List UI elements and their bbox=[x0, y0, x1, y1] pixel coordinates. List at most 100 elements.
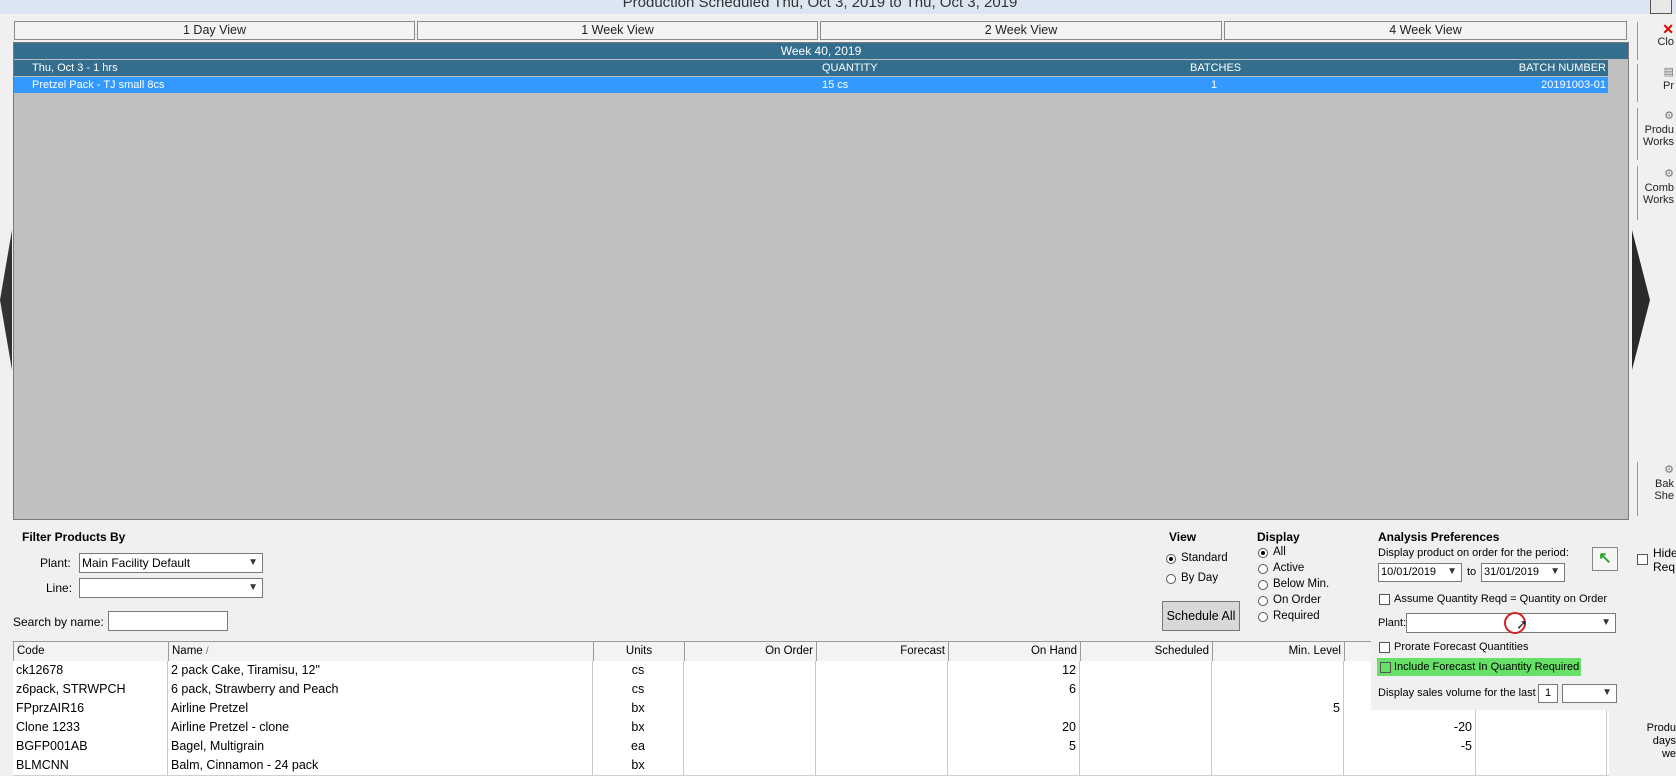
plant-select[interactable]: Main Facility Default ▼ bbox=[79, 553, 263, 573]
production-worksheet-button[interactable]: ⚙ Produ Works bbox=[1637, 108, 1674, 160]
cell-on-hand bbox=[948, 699, 1080, 718]
search-input[interactable] bbox=[108, 611, 228, 631]
table-row[interactable]: BGFP001AB Bagel, Multigrain ea 5 -5 bbox=[13, 737, 1609, 757]
sales-volume-input[interactable]: 1 bbox=[1538, 684, 1558, 703]
cell-required: -20 bbox=[1344, 718, 1476, 737]
cell-code: FPprzAIR16 bbox=[13, 699, 168, 718]
period-label: Display product on order for the period: bbox=[1378, 547, 1569, 559]
window-control-button[interactable] bbox=[1650, 0, 1672, 14]
view-4-week-button[interactable]: 4 Week View bbox=[1224, 21, 1627, 40]
cell-scheduled bbox=[1080, 680, 1212, 699]
on-hand-column-header[interactable]: On Hand bbox=[949, 642, 1081, 661]
search-label: Search by name: bbox=[13, 615, 104, 629]
refresh-button[interactable]: ↖ bbox=[1592, 547, 1618, 571]
display-on-order-radio[interactable] bbox=[1258, 596, 1268, 606]
table-row[interactable]: ck12678 2 pack Cake, Tiramisu, 12" cs 12 bbox=[13, 661, 1609, 681]
cell-code: BLMCNN bbox=[13, 756, 168, 775]
line-select[interactable]: ▼ bbox=[79, 578, 263, 598]
hide-req-checkbox[interactable] bbox=[1637, 554, 1648, 565]
table-row[interactable]: BLMCNN Balm, Cinnamon - 24 pack bx bbox=[13, 756, 1609, 776]
close-button[interactable]: ✕ Clo bbox=[1637, 22, 1674, 60]
table-row[interactable]: z6pack, STRWPCH 6 pack, Strawberry and Pe… bbox=[13, 680, 1609, 700]
batches-column-label: BATCHES bbox=[1190, 62, 1242, 74]
view-1-week-button[interactable]: 1 Week View bbox=[417, 21, 818, 40]
schedule-all-button[interactable]: Schedule All bbox=[1162, 601, 1240, 631]
cell-name: Balm, Cinnamon - 24 pack bbox=[168, 756, 593, 775]
display-required-radio[interactable] bbox=[1258, 612, 1268, 622]
from-date-picker[interactable]: 10/01/2019 ▼ bbox=[1378, 563, 1462, 582]
cell-on-hand: 20 bbox=[948, 718, 1080, 737]
on-order-column-header[interactable]: On Order bbox=[685, 642, 817, 661]
cell-code: BGFP001AB bbox=[13, 737, 168, 756]
cell-forecast bbox=[816, 737, 948, 756]
view-standard-radio[interactable] bbox=[1166, 554, 1176, 564]
cell-units: bx bbox=[593, 718, 684, 737]
cell-code: ck12678 bbox=[13, 661, 168, 680]
to-date-picker[interactable]: 31/01/2019 ▼ bbox=[1481, 563, 1565, 582]
cell-code: Clone 1233 bbox=[13, 718, 168, 737]
worksheet-icon: ⚙ bbox=[1664, 110, 1674, 122]
chevron-down-icon: ▼ bbox=[1550, 566, 1560, 577]
schedule-quantity: 15 cs bbox=[822, 79, 849, 91]
cell-forecast bbox=[816, 718, 948, 737]
line-label: Line: bbox=[46, 581, 73, 595]
cell-forecast bbox=[816, 756, 948, 775]
chevron-down-icon: ▼ bbox=[1447, 566, 1457, 577]
table-row[interactable]: FPprzAIR16 Airline Pretzel bx 5 bbox=[13, 699, 1609, 719]
sales-period-select[interactable]: ▼ bbox=[1562, 684, 1617, 703]
previous-period-arrow-icon[interactable] bbox=[0, 230, 12, 370]
bake-sheet-button[interactable]: ⚙ Bak She bbox=[1637, 462, 1674, 516]
cell-on-hand: 12 bbox=[948, 661, 1080, 680]
cell-min-level bbox=[1212, 737, 1344, 756]
table-row[interactable]: Clone 1233 Airline Pretzel - clone bx 20 -20 bbox=[13, 718, 1609, 738]
scheduled-column-header[interactable]: Scheduled bbox=[1081, 642, 1213, 661]
display-all-radio[interactable] bbox=[1258, 548, 1268, 558]
window-title: Production Scheduled Thu, Oct 3, 2019 to… bbox=[622, 0, 1018, 11]
cell-on-order bbox=[684, 699, 816, 718]
display-below-min-radio[interactable] bbox=[1258, 580, 1268, 590]
plant-select-value: Main Facility Default bbox=[82, 556, 191, 570]
cell-on-order bbox=[684, 756, 816, 775]
cell-min-level bbox=[1212, 661, 1344, 680]
cell-required: -5 bbox=[1344, 737, 1476, 756]
cell-name: Airline Pretzel - clone bbox=[168, 718, 593, 737]
display-group-title: Display bbox=[1257, 530, 1300, 544]
prorate-forecast-checkbox[interactable] bbox=[1379, 642, 1390, 653]
sales-volume-label: Display sales volume for the last bbox=[1378, 687, 1536, 699]
cell-units: bx bbox=[593, 756, 684, 775]
view-1-day-button[interactable]: 1 Day View bbox=[14, 21, 415, 40]
include-forecast-row: Include Forecast In Quantity Required bbox=[1377, 658, 1581, 676]
cell-min-level bbox=[1212, 756, 1344, 775]
display-on-order-label: On Order bbox=[1273, 594, 1321, 606]
print-button[interactable]: ▤ Pr bbox=[1637, 64, 1674, 102]
name-column-header[interactable]: Name / bbox=[169, 642, 594, 661]
cell-forecast bbox=[816, 680, 948, 699]
cell-scheduled bbox=[1080, 718, 1212, 737]
combined-worksheet-button[interactable]: ⚙ Comb Works bbox=[1637, 166, 1674, 220]
units-column-header[interactable]: Units bbox=[594, 642, 685, 661]
cell-extra bbox=[1476, 756, 1607, 775]
display-active-radio[interactable] bbox=[1258, 564, 1268, 574]
view-2-week-button[interactable]: 2 Week View bbox=[820, 21, 1222, 40]
cell-on-hand: 6 bbox=[948, 680, 1080, 699]
hide-req-toggle[interactable]: Hide Req bbox=[1637, 546, 1676, 576]
prorate-forecast-label: Prorate Forecast Quantities bbox=[1394, 641, 1529, 653]
worksheet-icon: ⚙ bbox=[1664, 168, 1674, 180]
cell-units: ea bbox=[593, 737, 684, 756]
chevron-down-icon: ▼ bbox=[248, 582, 258, 593]
code-column-header[interactable]: Code bbox=[14, 642, 169, 661]
schedule-row[interactable]: Pretzel Pack - TJ small 8cs 15 cs 1 2019… bbox=[14, 77, 1608, 93]
cell-min-level bbox=[1212, 680, 1344, 699]
forecast-column-header[interactable]: Forecast bbox=[817, 642, 949, 661]
analysis-plant-label: Plant: bbox=[1378, 617, 1407, 629]
view-group-title: View bbox=[1169, 530, 1197, 544]
next-period-arrow-icon[interactable] bbox=[1632, 230, 1650, 370]
assume-quantity-checkbox[interactable] bbox=[1379, 594, 1390, 605]
cell-forecast bbox=[816, 661, 948, 680]
min-level-column-header[interactable]: Min. Level bbox=[1213, 642, 1345, 661]
include-forecast-checkbox[interactable] bbox=[1380, 662, 1391, 673]
view-by-day-radio[interactable] bbox=[1166, 574, 1176, 584]
cell-required bbox=[1344, 756, 1476, 775]
plant-label: Plant: bbox=[40, 556, 71, 570]
analysis-title: Analysis Preferences bbox=[1378, 530, 1500, 544]
